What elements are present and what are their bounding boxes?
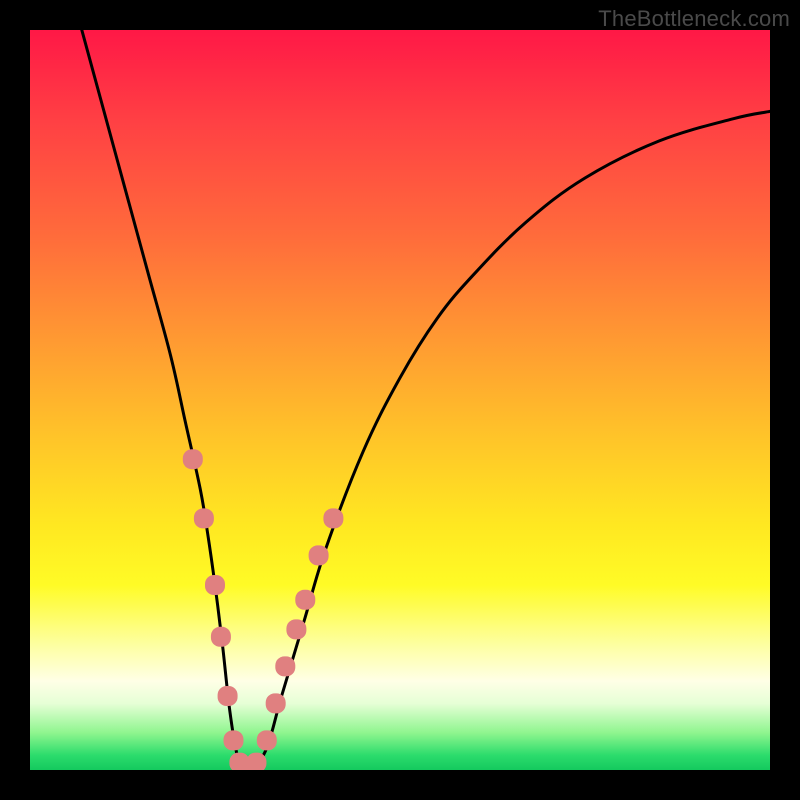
data-point-marker <box>286 619 306 639</box>
plot-area <box>30 30 770 770</box>
data-point-marker <box>323 508 343 528</box>
data-point-marker <box>194 508 214 528</box>
chart-svg <box>30 30 770 770</box>
data-point-marker <box>257 730 277 750</box>
data-point-marker <box>224 730 244 750</box>
bottleneck-curve <box>82 30 770 770</box>
data-point-marker <box>295 590 315 610</box>
watermark-text: TheBottleneck.com <box>598 6 790 32</box>
data-point-marker <box>183 449 203 469</box>
marker-points <box>183 449 344 770</box>
chart-frame: TheBottleneck.com <box>0 0 800 800</box>
data-point-marker <box>309 545 329 565</box>
data-point-marker <box>205 575 225 595</box>
curve-line <box>82 30 770 770</box>
data-point-marker <box>211 627 231 647</box>
data-point-marker <box>266 693 286 713</box>
data-point-marker <box>275 656 295 676</box>
data-point-marker <box>246 753 266 770</box>
data-point-marker <box>218 686 238 706</box>
